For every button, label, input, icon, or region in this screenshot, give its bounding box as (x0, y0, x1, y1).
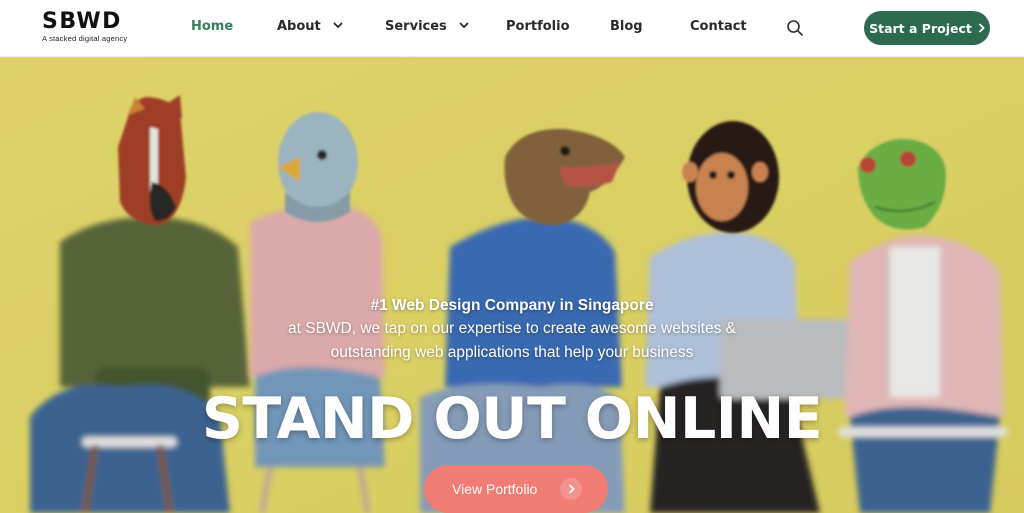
nav-blog-label: Blog (610, 19, 643, 34)
arrow-circle (560, 478, 582, 500)
nav-services[interactable]: Services (385, 19, 469, 34)
chevron-down-icon (333, 21, 343, 28)
nav-about-label: About (277, 19, 321, 34)
view-portfolio-label: View Portfolio (452, 481, 538, 497)
hero-headline: STAND OUT ONLINE (201, 386, 823, 452)
hero-subtext-line-1: at SBWD, we tap on our expertise to crea… (288, 320, 736, 337)
chevron-down-icon (459, 21, 469, 28)
view-portfolio-button[interactable]: View Portfolio (424, 465, 608, 513)
start-project-label: Start a Project (869, 20, 972, 36)
search-icon[interactable] (786, 19, 804, 37)
logo-mark: SBWD (42, 9, 122, 34)
logo[interactable]: SBWD A stacked digital agency (42, 9, 128, 44)
nav-services-label: Services (385, 19, 447, 34)
nav-portfolio-label: Portfolio (506, 19, 570, 34)
nav-blog[interactable]: Blog (610, 19, 643, 34)
hero-section: #1 Web Design Company in Singapore at SB… (0, 57, 1024, 513)
start-project-button[interactable]: Start a Project (864, 11, 990, 45)
nav-contact-label: Contact (690, 19, 747, 34)
site-header: SBWD A stacked digital agency Home About… (0, 0, 1024, 57)
chevron-right-icon (978, 23, 985, 33)
chevron-right-icon (568, 484, 575, 494)
nav-home[interactable]: Home (191, 19, 233, 34)
hero-subtext-line-2: outstanding web applications that help y… (330, 344, 694, 361)
nav-portfolio[interactable]: Portfolio (506, 19, 570, 34)
nav-about[interactable]: About (277, 19, 343, 34)
nav-home-label: Home (191, 19, 234, 34)
nav-contact[interactable]: Contact (690, 19, 747, 34)
hero-kicker: #1 Web Design Company in Singapore (370, 297, 654, 314)
logo-tagline: A stacked digital agency (42, 34, 128, 43)
